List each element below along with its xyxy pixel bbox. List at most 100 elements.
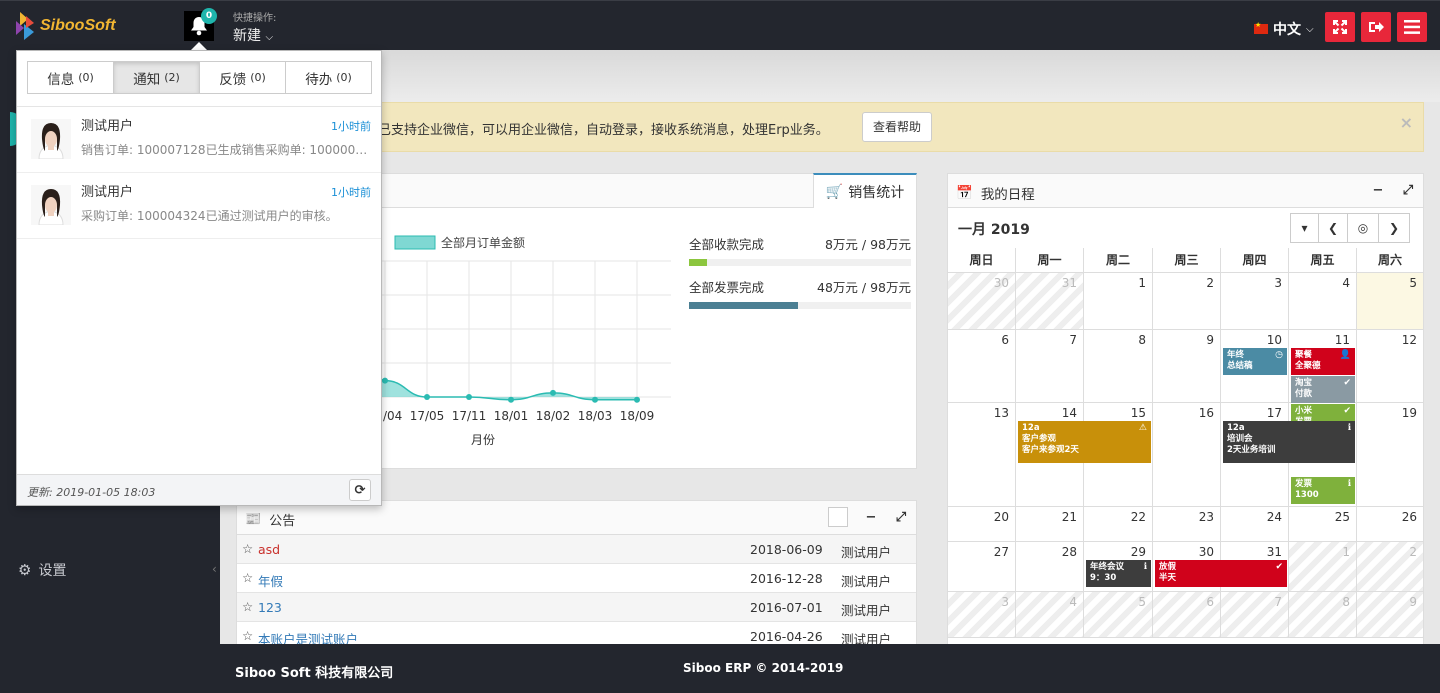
logo[interactable]: SibooSoft <box>14 9 124 43</box>
calendar-day-cell[interactable]: 31 <box>1016 273 1084 330</box>
tab-messages[interactable]: 信息 (0) <box>28 62 114 93</box>
calendar-day-cell[interactable]: 21 <box>1016 507 1084 542</box>
announcement-panel: 📰 公告 − ⤢ ☆ asd 2018-06-09 测试用户 ☆ 年假 2016-12-28… <box>236 500 917 651</box>
announcement-row[interactable]: ☆ asd 2018-06-09 测试用户 <box>237 535 916 564</box>
tab-todo[interactable]: 待办 (0) <box>286 62 371 93</box>
calendar-day-cell[interactable]: 26 <box>1357 507 1424 542</box>
quick-action-dropdown[interactable]: 新建 ⌵ <box>233 25 273 45</box>
tab-feedback[interactable]: 反馈 (0) <box>200 62 286 93</box>
calendar-event[interactable]: 12a 客户参观 客户来参观2天 ⚠ <box>1018 421 1151 463</box>
calendar-day-cell[interactable]: 4 <box>1016 592 1084 638</box>
event-status-icon: 👤 <box>1339 350 1351 360</box>
announcement-row[interactable]: ☆ 年假 2016-12-28 测试用户 <box>237 564 916 593</box>
star-icon[interactable]: ☆ <box>242 628 253 643</box>
calendar-day-cell[interactable]: 25 <box>1289 507 1357 542</box>
calendar-event[interactable]: 淘宝 付款 ✔ <box>1291 376 1355 403</box>
announcement-title-link[interactable]: asd <box>258 542 280 557</box>
tab-count: (0) <box>336 71 352 84</box>
announcement-title-link[interactable]: 123 <box>258 600 282 615</box>
calendar-event[interactable]: 发票 1300 ℹ <box>1291 477 1355 504</box>
day-number: 25 <box>1334 510 1350 524</box>
calendar-day-cell[interactable]: 12 <box>1357 330 1424 403</box>
logout-button[interactable] <box>1361 12 1391 42</box>
menu-button[interactable] <box>1397 12 1427 42</box>
calendar-event[interactable]: 年终 总结稿 ◷ <box>1223 348 1287 375</box>
notification-item[interactable]: 测试用户 1小时前 采购订单: 100004324已通过测试用户的审核。 <box>17 173 381 239</box>
calendar-day-cell[interactable]: 19 <box>1357 403 1424 507</box>
calendar-prev-button[interactable]: ❮ <box>1318 213 1348 243</box>
calendar-day-cell[interactable]: 27 <box>948 542 1016 592</box>
calendar-day-cell[interactable]: 7 <box>1221 592 1289 638</box>
calendar-day-cell[interactable]: 3 <box>1221 273 1289 330</box>
calendar-day-cell[interactable]: 8 <box>1084 330 1153 403</box>
calendar-day-cell[interactable]: 9 <box>1153 330 1221 403</box>
calendar-day-cell[interactable]: 24 <box>1221 507 1289 542</box>
weekday-header: 周一 <box>1016 248 1084 273</box>
weekday-header: 周日 <box>948 248 1016 273</box>
calendar-day-cell[interactable]: 3 <box>948 592 1016 638</box>
calendar-day-cell[interactable]: 1 <box>1084 273 1153 330</box>
day-number: 13 <box>993 406 1009 420</box>
calendar-icon: 📅 <box>956 185 973 201</box>
series-line <box>379 375 637 401</box>
calendar-day-cell[interactable]: 20 <box>948 507 1016 542</box>
calendar-day-cell[interactable]: 23 <box>1153 507 1221 542</box>
sidebar-collapse-chevron-icon[interactable]: ‹ <box>212 562 217 576</box>
hamburger-icon <box>1404 20 1420 34</box>
calendar-day-cell[interactable]: 2 <box>1357 542 1424 592</box>
calendar-day-cell[interactable]: 1 <box>1289 542 1357 592</box>
calendar-day-cell[interactable]: 6 <box>948 330 1016 403</box>
alert-close-icon[interactable]: × <box>1400 113 1413 132</box>
calendar-event[interactable]: 放假 半天 ✔ <box>1155 560 1287 587</box>
star-icon[interactable]: ☆ <box>242 570 253 585</box>
refresh-button[interactable]: ⟳ <box>349 479 371 501</box>
calendar-event[interactable]: 年终会议 9：30 ℹ <box>1086 560 1151 587</box>
data-point <box>382 377 388 384</box>
view-help-button[interactable]: 查看帮助 <box>862 112 932 142</box>
tab-count: (2) <box>164 71 180 84</box>
x-tick-label: 18/01 <box>494 409 529 423</box>
star-icon[interactable]: ☆ <box>242 541 253 556</box>
tab-sales-stats[interactable]: 🛒 销售统计 <box>813 173 917 208</box>
calendar-next-button[interactable]: ❯ <box>1378 213 1410 243</box>
calendar-day-cell[interactable]: 8 <box>1289 592 1357 638</box>
calendar-day-cell[interactable]: 30 <box>948 273 1016 330</box>
calendar-day-cell[interactable]: 5 <box>1084 592 1153 638</box>
calendar-dropdown-button[interactable]: ▾ <box>1290 213 1319 243</box>
expand-icon[interactable]: ⤢ <box>1396 178 1420 202</box>
collapse-minus-icon[interactable]: − <box>859 505 883 529</box>
select-checkbox[interactable] <box>828 507 848 527</box>
calendar-day-cell[interactable]: 4 <box>1289 273 1357 330</box>
notification-time: 1小时前 <box>331 186 371 199</box>
star-icon[interactable]: ☆ <box>242 599 253 614</box>
calendar-day-cell[interactable]: 22 <box>1084 507 1153 542</box>
event-status-icon: ✔ <box>1343 406 1351 416</box>
calendar-event[interactable]: 12a 培训会 2天业务培训 ℹ <box>1223 421 1355 463</box>
calendar-day-cell[interactable]: 9 <box>1357 592 1424 638</box>
sidebar-item-settings[interactable]: ⚙ 设置 <box>18 560 66 580</box>
calendar-day-cell[interactable]: 2 <box>1153 273 1221 330</box>
expand-arrows-icon <box>1333 20 1347 34</box>
x-tick-label: 18/09 <box>620 409 655 423</box>
progress-bar <box>689 302 911 309</box>
weekday-header: 周五 <box>1289 248 1357 273</box>
notification-item[interactable]: 测试用户 1小时前 销售订单: 100007128已生成销售采购单: 10000… <box>17 107 381 173</box>
calendar-day-cell[interactable]: 6 <box>1153 592 1221 638</box>
calendar-day-cell[interactable]: 7 <box>1016 330 1084 403</box>
announcement-row[interactable]: ☆ 123 2016-07-01 测试用户 <box>237 593 916 622</box>
calendar-day-cell[interactable]: 13 <box>948 403 1016 507</box>
announcement-title-link[interactable]: 年假 <box>258 571 283 590</box>
sales-stats-panel: 🛒 销售统计 17/0217/0417/0517/1118/0118/0218/… <box>378 173 917 469</box>
expand-icon[interactable]: ⤢ <box>889 505 913 529</box>
language-dropdown[interactable]: 中文 ⌵ <box>1254 19 1314 39</box>
calendar-today-button[interactable]: ◎ <box>1347 213 1379 243</box>
fullscreen-button[interactable] <box>1325 12 1355 42</box>
day-number: 17 <box>1266 406 1282 420</box>
tab-label: 待办 <box>305 71 333 88</box>
collapse-minus-icon[interactable]: − <box>1366 178 1390 202</box>
calendar-event[interactable]: 聚餐 全聚德 👤 <box>1291 348 1355 375</box>
calendar-day-cell[interactable]: 5 <box>1357 273 1424 330</box>
calendar-day-cell[interactable]: 16 <box>1153 403 1221 507</box>
tab-notices[interactable]: 通知 (2) <box>114 62 200 93</box>
calendar-day-cell[interactable]: 28 <box>1016 542 1084 592</box>
